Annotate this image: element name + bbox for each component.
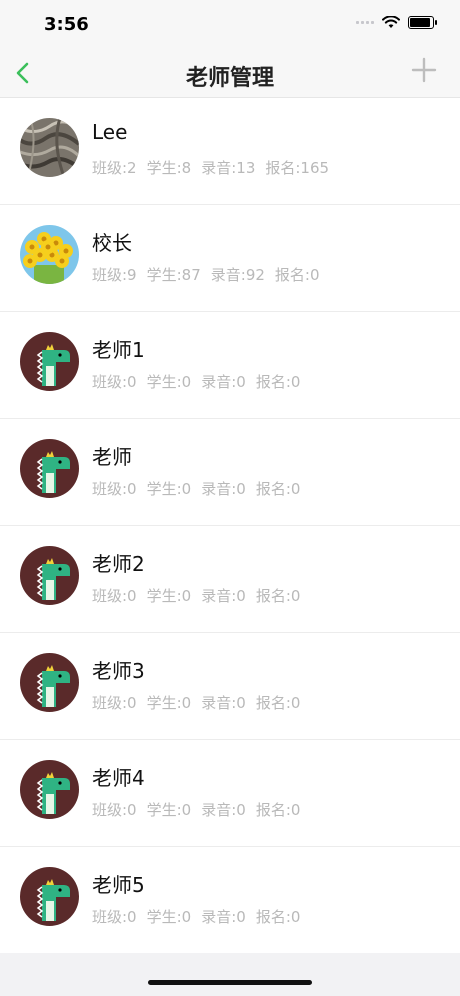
class-count: 班级:0 xyxy=(92,801,137,819)
teacher-name: 校长 xyxy=(92,231,132,255)
status-time: 3:56 xyxy=(44,14,89,35)
add-plus-icon[interactable] xyxy=(410,56,438,84)
photo-flowers-avatar xyxy=(20,225,79,284)
teacher-row[interactable]: Lee 班级:2 学生:8 录音:13 报名:165 xyxy=(0,98,460,205)
class-count: 班级:0 xyxy=(92,373,137,391)
teacher-row[interactable]: 老师3 班级:0 学生:0 录音:0 报名:0 xyxy=(0,633,460,740)
student-count: 学生:0 xyxy=(146,373,192,391)
student-count: 学生:0 xyxy=(146,908,192,926)
enrollment-count: 报名:0 xyxy=(255,694,301,712)
dinosaur-avatar xyxy=(20,332,79,391)
teacher-stats: 班级:0 学生:0 录音:0 报名:0 xyxy=(92,371,300,392)
class-count: 班级:0 xyxy=(92,908,137,926)
recording-count: 录音:0 xyxy=(201,908,246,926)
page-title: 老师管理 xyxy=(185,66,274,91)
dinosaur-avatar xyxy=(20,760,79,819)
dinosaur-avatar xyxy=(20,653,79,712)
enrollment-count: 报名:0 xyxy=(255,587,301,605)
student-count: 学生:0 xyxy=(146,801,192,819)
recording-count: 录音:0 xyxy=(201,587,246,605)
teacher-row[interactable]: 老师4 班级:0 学生:0 录音:0 报名:0 xyxy=(0,740,460,847)
battery-icon xyxy=(408,16,437,29)
student-count: 学生:0 xyxy=(146,480,192,498)
photo-fur-avatar xyxy=(20,118,79,177)
teacher-stats: 班级:0 学生:0 录音:0 报名:0 xyxy=(92,799,300,820)
enrollment-count: 报名:0 xyxy=(255,908,301,926)
recording-count: 录音:0 xyxy=(201,801,246,819)
recording-count: 录音:0 xyxy=(201,373,246,391)
teacher-row[interactable]: 校长班级:9 学生:87 录音:92 报名:0 xyxy=(0,205,460,312)
teacher-name: 老师4 xyxy=(92,766,145,790)
teacher-row[interactable]: 老师1 班级:0 学生:0 录音:0 报名:0 xyxy=(0,312,460,419)
recording-count: 录音:13 xyxy=(201,159,256,177)
teacher-name: 老师2 xyxy=(92,552,145,576)
teacher-name: 老师 xyxy=(92,445,132,469)
teacher-name: 老师5 xyxy=(92,873,145,897)
teacher-name: Lee xyxy=(92,120,128,144)
teacher-stats: 班级:0 学生:0 录音:0 报名:0 xyxy=(92,585,300,606)
recording-count: 录音:0 xyxy=(201,694,246,712)
class-count: 班级:2 xyxy=(92,159,137,177)
dinosaur-avatar xyxy=(20,867,79,926)
teacher-list: Lee 班级:2 学生:8 录音:13 报名:165 校长班级:9 学生:87 录音:92 报名… xyxy=(0,98,460,953)
enrollment-count: 报名:0 xyxy=(255,373,301,391)
class-count: 班级:0 xyxy=(92,587,137,605)
recording-count: 录音:92 xyxy=(210,266,265,284)
student-count: 学生:8 xyxy=(146,159,192,177)
wifi-icon xyxy=(382,16,400,28)
class-count: 班级:9 xyxy=(92,266,137,284)
teacher-stats: 班级:0 学生:0 录音:0 报名:0 xyxy=(92,478,300,499)
enrollment-count: 报名:165 xyxy=(265,159,330,177)
enrollment-count: 报名:0 xyxy=(255,480,301,498)
dinosaur-avatar xyxy=(20,546,79,605)
teacher-stats: 班级:0 学生:0 录音:0 报名:0 xyxy=(92,906,300,927)
teacher-name: 老师3 xyxy=(92,659,145,683)
enrollment-count: 报名:0 xyxy=(274,266,320,284)
teacher-row[interactable]: 老师班级:0 学生:0 录音:0 报名:0 xyxy=(0,419,460,526)
teacher-row[interactable]: 老师5 班级:0 学生:0 录音:0 报名:0 xyxy=(0,847,460,953)
student-count: 学生:0 xyxy=(146,587,192,605)
home-indicator[interactable] xyxy=(148,980,312,985)
cellular-signal-icon xyxy=(356,21,374,24)
teacher-name: 老师1 xyxy=(92,338,145,362)
status-icons xyxy=(356,16,437,29)
teacher-stats: 班级:0 学生:0 录音:0 报名:0 xyxy=(92,692,300,713)
teacher-stats: 班级:9 学生:87 录音:92 报名:0 xyxy=(92,264,320,285)
student-count: 学生:87 xyxy=(146,266,201,284)
status-bar: 3:56 xyxy=(0,0,460,50)
class-count: 班级:0 xyxy=(92,694,137,712)
class-count: 班级:0 xyxy=(92,480,137,498)
dinosaur-avatar xyxy=(20,439,79,498)
student-count: 学生:0 xyxy=(146,694,192,712)
recording-count: 录音:0 xyxy=(201,480,246,498)
nav-bar: 老师管理 xyxy=(0,50,460,98)
enrollment-count: 报名:0 xyxy=(255,801,301,819)
teacher-stats: 班级:2 学生:8 录音:13 报名:165 xyxy=(92,157,329,178)
teacher-row[interactable]: 老师2 班级:0 学生:0 录音:0 报名:0 xyxy=(0,526,460,633)
